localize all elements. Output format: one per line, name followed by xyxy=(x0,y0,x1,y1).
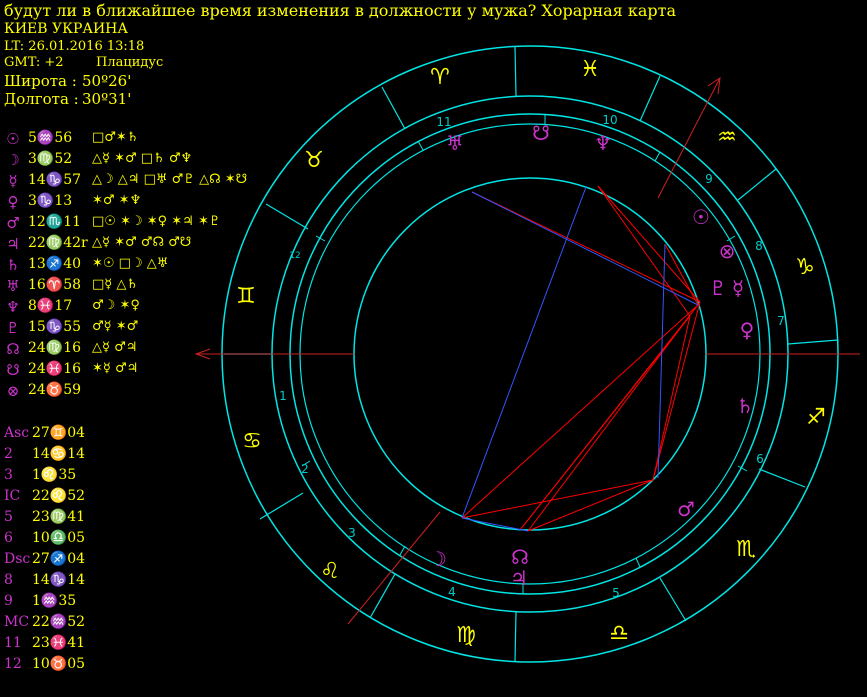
part-of-fortune-icon: ⊗ xyxy=(719,239,736,263)
sagittarius-icon: ♐ xyxy=(806,405,826,430)
pisces-icon: ♓ xyxy=(580,57,600,82)
house-number: 12 xyxy=(289,251,300,261)
libra-icon: ♎ xyxy=(609,621,629,646)
mars-icon: ♂ xyxy=(677,497,695,521)
aries-icon: ♈ xyxy=(430,65,450,90)
house-number: 10 xyxy=(602,113,617,127)
house-number: 11 xyxy=(436,115,451,129)
gemini-icon: ♊ xyxy=(236,284,256,309)
aquarius-icon: ♒ xyxy=(717,125,737,150)
cancer-icon: ♋ xyxy=(242,429,262,454)
imum-coeli-axis xyxy=(347,511,441,625)
moon-icon: ☽ xyxy=(429,547,447,571)
pluto-icon: ♇ xyxy=(709,276,727,300)
aspect-lines-red xyxy=(461,185,701,532)
mercury-icon: ☿ xyxy=(732,276,744,300)
venus-icon: ♀ xyxy=(740,318,755,342)
taurus-icon: ♉ xyxy=(304,148,324,173)
house-number: 5 xyxy=(612,586,620,600)
house-number: 9 xyxy=(705,172,713,186)
scorpio-icon: ♏ xyxy=(736,537,756,562)
house-numbers: 1 2 3 4 5 6 7 8 9 10 11 12 xyxy=(279,113,785,600)
house-number: 7 xyxy=(777,314,785,328)
house-number: 6 xyxy=(756,452,764,466)
house-number: 3 xyxy=(348,526,356,540)
house-number: 8 xyxy=(755,239,763,253)
capricorn-icon: ♑ xyxy=(795,255,815,280)
house-outer-ring xyxy=(289,113,771,595)
house-number: 2 xyxy=(301,462,309,476)
sun-icon: ☉ xyxy=(692,205,710,229)
south-node-icon: ☋ xyxy=(532,121,550,145)
leo-icon: ♌ xyxy=(320,559,340,584)
house-number: 4 xyxy=(448,585,456,599)
zodiac-signs: ♈ ♓ ♒ ♑ ♐ ♏ ♎ ♍ ♌ ♋ ♊ ♉ xyxy=(236,57,826,648)
uranus-icon: ♅ xyxy=(446,131,464,155)
virgo-icon: ♍ xyxy=(456,623,476,648)
horary-chart-wheel: ♈ ♓ ♒ ♑ ♐ ♏ ♎ ♍ ♌ ♋ ♊ ♉ 1 2 3 4 5 6 7 8 … xyxy=(194,45,860,663)
neptune-icon: ♆ xyxy=(594,131,612,155)
house-cusp-ticks xyxy=(290,114,770,594)
jupiter-icon: ♃ xyxy=(510,566,528,590)
house-number: 1 xyxy=(279,389,287,403)
saturn-icon: ♄ xyxy=(736,394,754,418)
